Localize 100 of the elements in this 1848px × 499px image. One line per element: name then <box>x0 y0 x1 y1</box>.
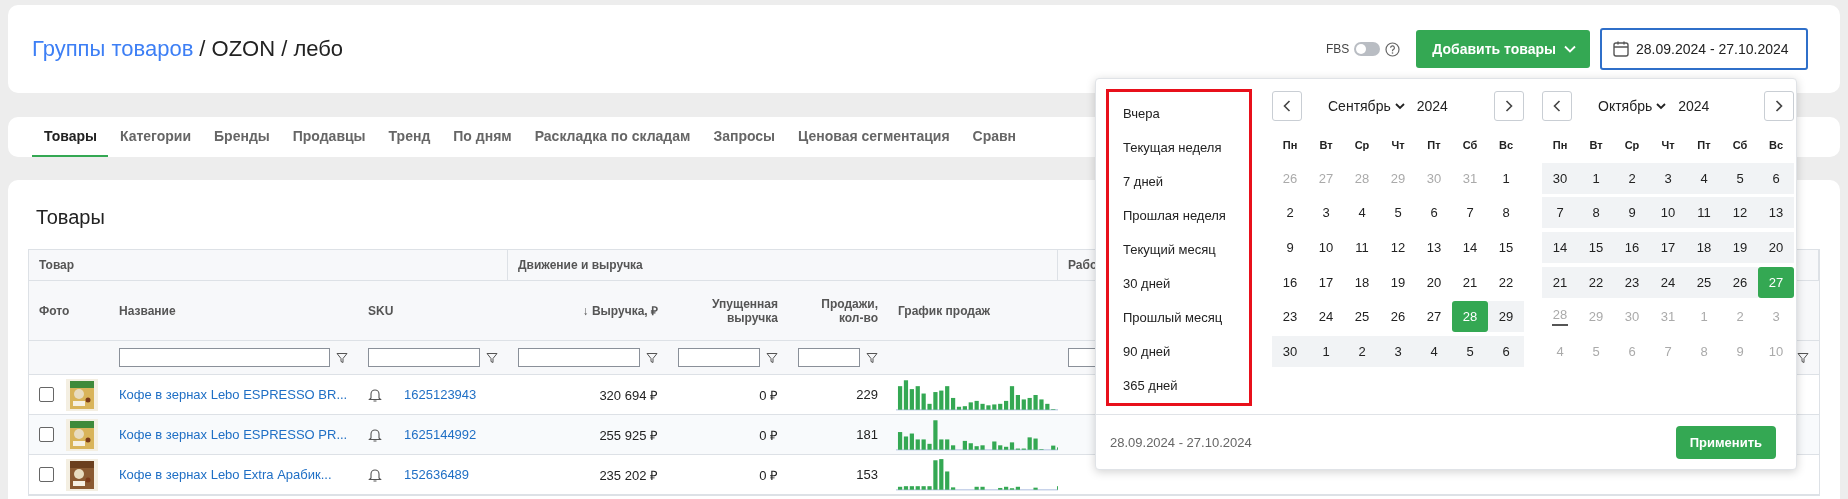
tab[interactable]: Категории <box>107 117 203 157</box>
preset-option[interactable]: 365 дней <box>1109 368 1249 403</box>
calendar-day[interactable]: 5 <box>1452 336 1488 368</box>
tab[interactable]: Товары <box>32 117 108 157</box>
preset-option[interactable]: Текущая неделя <box>1109 130 1249 165</box>
filter-input[interactable] <box>119 348 330 367</box>
calendar-day[interactable]: 2 <box>1272 197 1308 229</box>
prev-month-button[interactable] <box>1542 91 1572 121</box>
filter-icon[interactable] <box>766 351 778 364</box>
calendar-day[interactable]: 8 <box>1578 197 1614 229</box>
calendar-day[interactable]: 13 <box>1758 197 1794 229</box>
calendar-day[interactable]: 10 <box>1308 232 1344 264</box>
calendar-day[interactable]: 11 <box>1686 197 1722 229</box>
sku-link[interactable]: 1625144992 <box>404 427 477 442</box>
tab[interactable]: По дням <box>441 117 523 157</box>
calendar-day[interactable]: 12 <box>1380 232 1416 264</box>
calendar-day[interactable]: 7 <box>1452 197 1488 229</box>
calendar-day[interactable]: 30 <box>1272 336 1308 368</box>
calendar-day[interactable]: 22 <box>1488 266 1524 298</box>
filter-input[interactable] <box>678 348 760 367</box>
calendar-day[interactable]: 6 <box>1416 197 1452 229</box>
calendar-day[interactable]: 3 <box>1308 197 1344 229</box>
next-month-button[interactable] <box>1494 91 1524 121</box>
calendar-day[interactable]: 16 <box>1272 266 1308 298</box>
filter-icon[interactable] <box>486 351 498 364</box>
calendar-day[interactable]: 11 <box>1344 232 1380 264</box>
calendar-day[interactable]: 1 <box>1578 162 1614 194</box>
calendar-day[interactable]: 3 <box>1380 336 1416 368</box>
calendar-day[interactable]: 30 <box>1542 162 1578 194</box>
calendar-day[interactable]: 24 <box>1308 301 1344 333</box>
bell-icon[interactable] <box>368 466 382 483</box>
calendar-day[interactable]: 15 <box>1488 232 1524 264</box>
month-select[interactable]: Октябрь <box>1598 98 1667 114</box>
column-header[interactable]: SKU <box>358 281 508 341</box>
year-label[interactable]: 2024 <box>1416 98 1448 114</box>
year-label[interactable]: 2024 <box>1678 98 1710 114</box>
filter-input[interactable] <box>798 348 860 367</box>
column-header[interactable]: Название <box>109 281 358 341</box>
product-link[interactable]: Кофе в зернах Lebo ESPRESSO PR... <box>119 427 348 442</box>
calendar-day[interactable]: 6 <box>1488 336 1524 368</box>
calendar-day[interactable]: 24 <box>1650 266 1686 298</box>
filter-icon[interactable] <box>646 351 658 364</box>
next-month-button[interactable] <box>1764 91 1794 121</box>
preset-option[interactable]: Прошлая неделя <box>1109 198 1249 233</box>
tab[interactable]: Сравн <box>960 117 1028 157</box>
calendar-day[interactable]: 14 <box>1542 232 1578 264</box>
calendar-day[interactable]: 13 <box>1416 232 1452 264</box>
tab[interactable]: Тренд <box>376 117 442 157</box>
calendar-day[interactable]: 5 <box>1722 162 1758 194</box>
calendar-day[interactable]: 25 <box>1686 266 1722 298</box>
product-link[interactable]: Кофе в зернах Lebo Extra Арабик... <box>119 467 332 482</box>
breadcrumb-link[interactable]: Группы товаров <box>32 36 194 62</box>
calendar-day[interactable]: 19 <box>1722 232 1758 264</box>
calendar-day[interactable]: 20 <box>1758 232 1794 264</box>
calendar-day[interactable]: 3 <box>1650 162 1686 194</box>
calendar-day[interactable]: 4 <box>1686 162 1722 194</box>
calendar-day[interactable]: 17 <box>1308 266 1344 298</box>
calendar-day[interactable]: 8 <box>1488 197 1524 229</box>
column-header[interactable]: Упущенная выручка <box>668 281 788 341</box>
calendar-day[interactable]: 9 <box>1272 232 1308 264</box>
column-header[interactable]: График продаж <box>888 281 1058 341</box>
calendar-day[interactable]: 20 <box>1416 266 1452 298</box>
column-header[interactable]: Продажи, кол-во <box>788 281 888 341</box>
calendar-day[interactable]: 16 <box>1614 232 1650 264</box>
column-header[interactable]: Фото <box>29 281 109 341</box>
calendar-day[interactable]: 5 <box>1380 197 1416 229</box>
calendar-day[interactable]: 18 <box>1686 232 1722 264</box>
preset-option[interactable]: Прошлый месяц <box>1109 300 1249 335</box>
calendar-day[interactable]: 2 <box>1344 336 1380 368</box>
sku-link[interactable]: 152636489 <box>404 467 470 482</box>
calendar-day[interactable]: 1 <box>1488 162 1524 194</box>
calendar-day[interactable]: 7 <box>1542 197 1578 229</box>
preset-option[interactable]: Вчера <box>1109 96 1249 131</box>
filter-icon[interactable] <box>336 351 348 364</box>
tab[interactable]: Запросы <box>701 117 787 157</box>
bell-icon[interactable] <box>368 386 382 403</box>
calendar-day[interactable]: 4 <box>1344 197 1380 229</box>
preset-option[interactable]: Текущий месяц <box>1109 232 1249 267</box>
row-checkbox[interactable] <box>39 427 54 442</box>
calendar-day[interactable]: 4 <box>1416 336 1452 368</box>
filter-icon[interactable] <box>866 351 878 364</box>
preset-option[interactable]: 30 дней <box>1109 266 1249 301</box>
tab[interactable]: Продавцы <box>280 117 377 157</box>
calendar-day[interactable]: 2 <box>1614 162 1650 194</box>
tab[interactable]: Раскладка по складам <box>522 117 702 157</box>
sku-link[interactable]: 1625123943 <box>404 387 477 402</box>
calendar-day[interactable]: 15 <box>1578 232 1614 264</box>
calendar-day[interactable]: 10 <box>1650 197 1686 229</box>
calendar-day[interactable]: 9 <box>1614 197 1650 229</box>
product-link[interactable]: Кофе в зернах Lebo ESPRESSO BR... <box>119 387 348 402</box>
fbs-toggle[interactable] <box>1354 42 1381 56</box>
month-select[interactable]: Сентябрь <box>1328 98 1405 114</box>
calendar-day[interactable]: 17 <box>1650 232 1686 264</box>
filter-input[interactable] <box>518 348 640 367</box>
column-header[interactable]: ↓ Выручка, ₽ <box>508 281 668 341</box>
filter-input[interactable] <box>368 348 480 367</box>
calendar-day[interactable]: 22 <box>1578 266 1614 298</box>
row-checkbox[interactable] <box>39 467 54 482</box>
bell-icon[interactable] <box>368 426 382 443</box>
calendar-day[interactable]: 1 <box>1308 336 1344 368</box>
